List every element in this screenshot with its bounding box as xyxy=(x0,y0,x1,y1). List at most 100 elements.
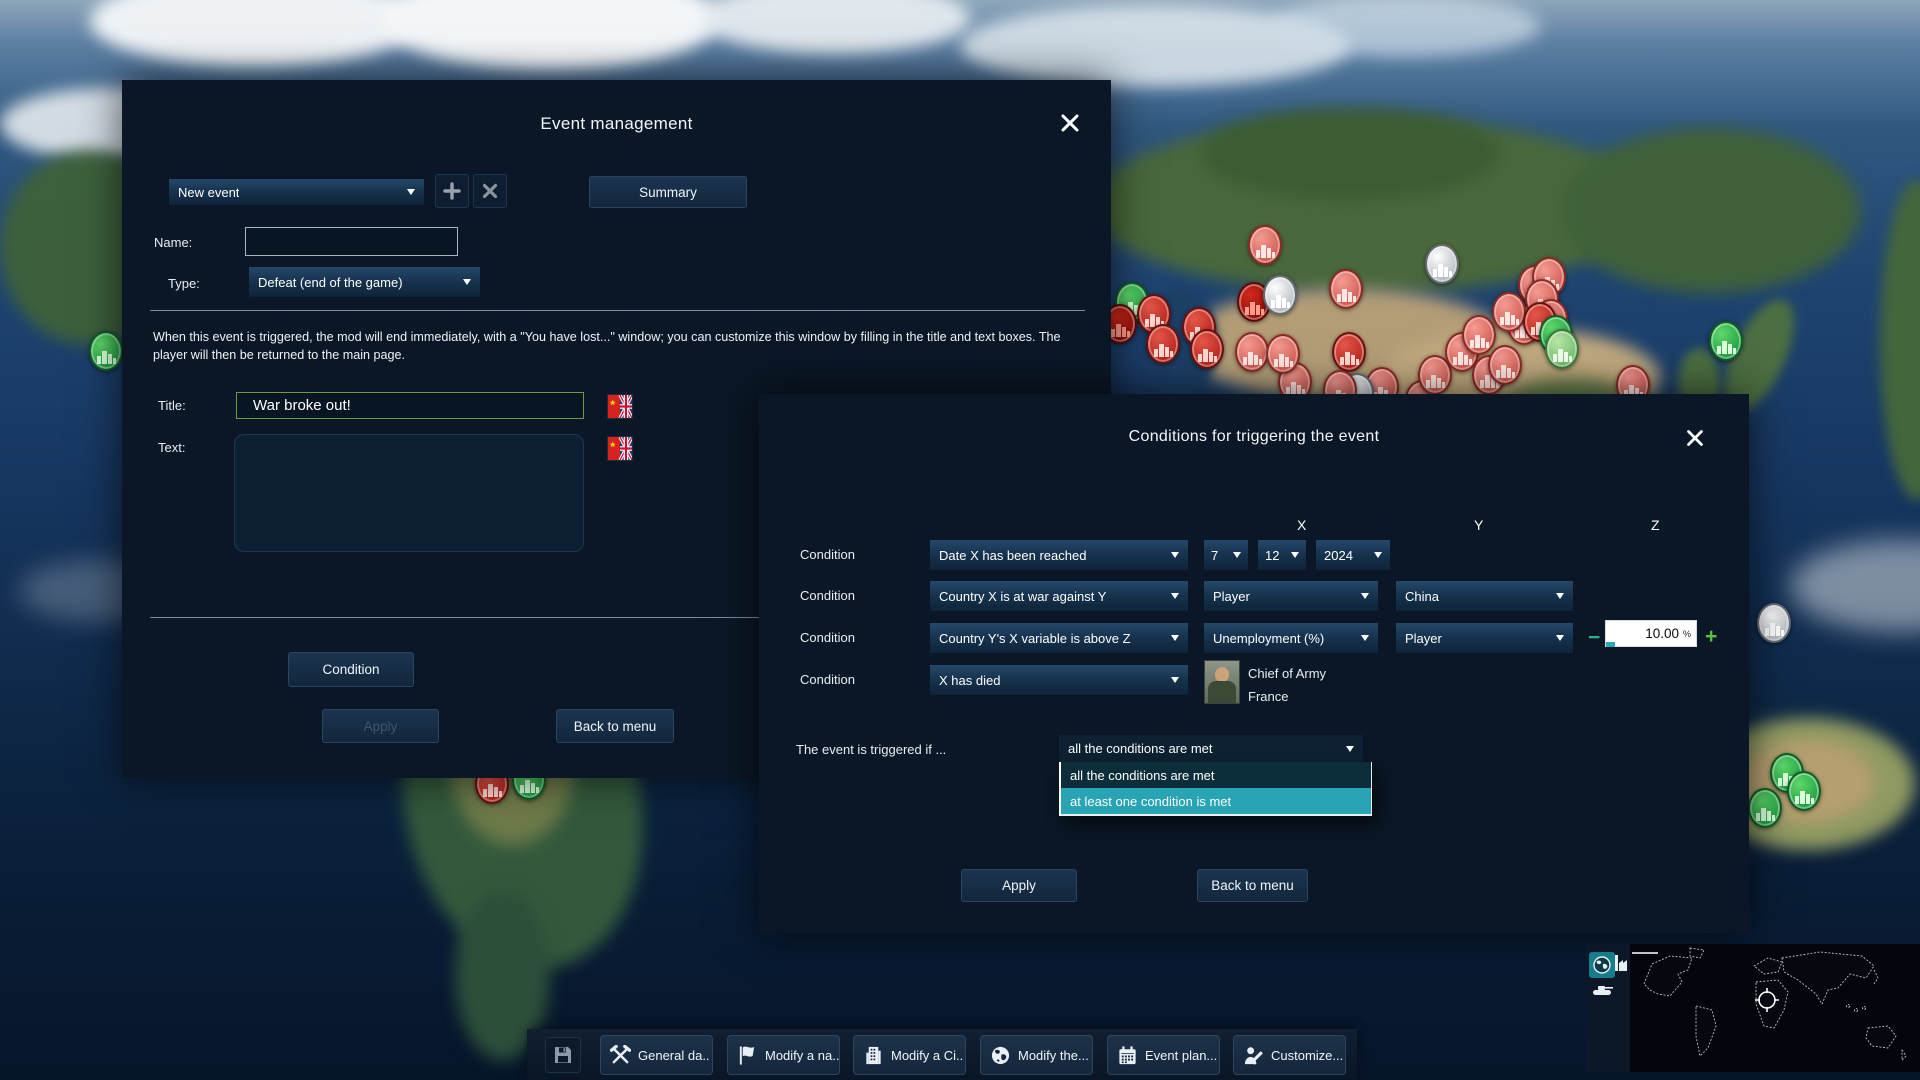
chevron-down-icon xyxy=(1361,635,1369,641)
chevron-down-icon xyxy=(1374,552,1382,558)
summary-button[interactable]: Summary xyxy=(589,176,747,208)
close-icon[interactable] xyxy=(1057,110,1083,136)
chevron-down-icon xyxy=(1171,552,1179,558)
city-marker[interactable] xyxy=(1488,345,1522,385)
toolbar-general-data-button[interactable]: General da.. xyxy=(600,1035,713,1075)
y-value: China xyxy=(1405,589,1439,604)
text-label: Text: xyxy=(158,440,185,455)
toolbar-customize-button[interactable]: Customize... xyxy=(1233,1035,1346,1075)
toolbar-modify-nation-button[interactable]: Modify a na.. xyxy=(727,1035,840,1075)
city-marker[interactable] xyxy=(1248,225,1282,265)
column-header-x: X xyxy=(1297,517,1306,533)
skyline-icon xyxy=(1717,340,1736,354)
plus-icon xyxy=(442,181,462,201)
add-event-button[interactable] xyxy=(435,174,469,208)
condition-x-dropdown[interactable]: Unemployment (%) xyxy=(1204,623,1378,653)
tools-icon xyxy=(610,1045,631,1066)
language-flag-icon[interactable] xyxy=(607,436,633,461)
trigger-option[interactable]: all the conditions are met xyxy=(1061,762,1371,788)
condition-y-dropdown[interactable]: Player xyxy=(1396,623,1573,653)
year-value: 2024 xyxy=(1324,548,1353,563)
condition-value: X has died xyxy=(939,673,1000,688)
back-to-menu-button[interactable]: Back to menu xyxy=(556,709,674,743)
event-title-input[interactable] xyxy=(236,392,584,419)
toolbar-button-label: Modify a Ci.. xyxy=(891,1048,963,1063)
skyline-icon xyxy=(1286,381,1305,395)
calendar-icon xyxy=(1117,1045,1138,1066)
condition-type-dropdown[interactable]: X has died xyxy=(930,665,1188,695)
save-button[interactable] xyxy=(545,1037,581,1073)
map-landmass xyxy=(1880,180,1920,500)
apply-button[interactable]: Apply xyxy=(961,869,1077,902)
skyline-icon xyxy=(1243,351,1262,365)
map-landmass xyxy=(1560,128,1860,293)
language-flag-icon[interactable] xyxy=(607,394,633,419)
city-marker[interactable] xyxy=(1190,329,1224,369)
city-marker[interactable] xyxy=(1492,292,1526,332)
toolbar-event-planning-button[interactable]: Event plan... xyxy=(1107,1035,1220,1075)
condition-y-dropdown[interactable]: China xyxy=(1396,581,1573,611)
city-marker[interactable] xyxy=(1787,771,1821,811)
condition-x-dropdown[interactable]: Player xyxy=(1204,581,1378,611)
toolbar-modify-world-button[interactable]: Modify the... xyxy=(980,1035,1093,1075)
trigger-mode-label: The event is triggered if ... xyxy=(796,742,946,757)
month-dropdown[interactable]: 12 xyxy=(1258,540,1306,570)
skyline-icon xyxy=(1426,374,1445,388)
city-marker[interactable] xyxy=(89,331,123,371)
toolbar-modify-city-button[interactable]: Modify a Ci.. xyxy=(853,1035,966,1075)
minimap-world[interactable] xyxy=(1630,944,1920,1072)
globe-icon xyxy=(1592,955,1612,975)
city-marker[interactable] xyxy=(1748,788,1782,828)
city-marker[interactable] xyxy=(1757,603,1791,643)
city-marker[interactable] xyxy=(1146,324,1180,364)
map-ice xyxy=(700,0,970,54)
city-marker[interactable] xyxy=(1332,332,1366,372)
city-marker[interactable] xyxy=(1545,329,1579,369)
decrease-value-button[interactable]: − xyxy=(1588,627,1600,648)
chevron-down-icon xyxy=(407,189,415,195)
minimap-globe-button[interactable] xyxy=(1589,952,1615,978)
type-dropdown[interactable]: Defeat (end of the game) xyxy=(249,267,480,297)
city-marker[interactable] xyxy=(1709,321,1743,361)
day-dropdown[interactable]: 7 xyxy=(1204,540,1248,570)
city-marker[interactable] xyxy=(1235,332,1269,372)
toolbar-button-label: Modify a na.. xyxy=(765,1048,839,1063)
year-dropdown[interactable]: 2024 xyxy=(1316,540,1390,570)
increase-value-button[interactable]: + xyxy=(1705,626,1717,647)
toolbar-button-label: Event plan... xyxy=(1145,1048,1217,1063)
apply-button[interactable]: Apply xyxy=(322,709,439,743)
city-marker[interactable] xyxy=(1263,275,1297,315)
condition-type-dropdown[interactable]: Country Y's X variable is above Z xyxy=(930,623,1188,653)
name-input[interactable] xyxy=(245,227,458,256)
toolbar-button-label: Modify the... xyxy=(1018,1048,1089,1063)
condition-row-label: Condition xyxy=(800,588,855,603)
event-text-area[interactable] xyxy=(234,434,584,552)
city-marker[interactable] xyxy=(1266,334,1300,374)
trigger-mode-dropdown[interactable]: all the conditions are met xyxy=(1059,735,1363,762)
city-marker[interactable] xyxy=(1462,315,1496,355)
city-marker[interactable] xyxy=(1425,244,1459,284)
dialog-title: Conditions for triggering the event xyxy=(759,428,1749,446)
event-selector-dropdown[interactable]: New event xyxy=(169,179,424,205)
divider xyxy=(150,310,1085,311)
city-marker[interactable] xyxy=(1329,269,1363,309)
condition-type-dropdown[interactable]: Country X is at war against Y xyxy=(930,581,1188,611)
z-value-input[interactable]: 10.00 % xyxy=(1605,620,1697,647)
dialog-title: Event management xyxy=(122,114,1111,134)
skyline-icon xyxy=(1496,364,1515,378)
chevron-down-icon xyxy=(1361,593,1369,599)
trigger-mode-options: all the conditions are met at least one … xyxy=(1059,762,1372,816)
back-to-menu-button[interactable]: Back to menu xyxy=(1197,869,1308,902)
person-portrait[interactable] xyxy=(1204,660,1240,704)
skyline-icon xyxy=(1500,311,1519,325)
tank-icon[interactable] xyxy=(1591,983,1615,1001)
condition-type-dropdown[interactable]: Date X has been reached xyxy=(930,540,1188,570)
skyline-icon xyxy=(1553,348,1572,362)
close-icon[interactable] xyxy=(1683,426,1709,452)
chevron-down-icon xyxy=(1171,677,1179,683)
condition-button[interactable]: Condition xyxy=(288,652,414,687)
trigger-option-highlighted[interactable]: at least one condition is met xyxy=(1061,788,1371,814)
factory-icon[interactable] xyxy=(1614,953,1630,978)
title-label: Title: xyxy=(158,398,186,413)
delete-event-button[interactable] xyxy=(473,174,507,208)
